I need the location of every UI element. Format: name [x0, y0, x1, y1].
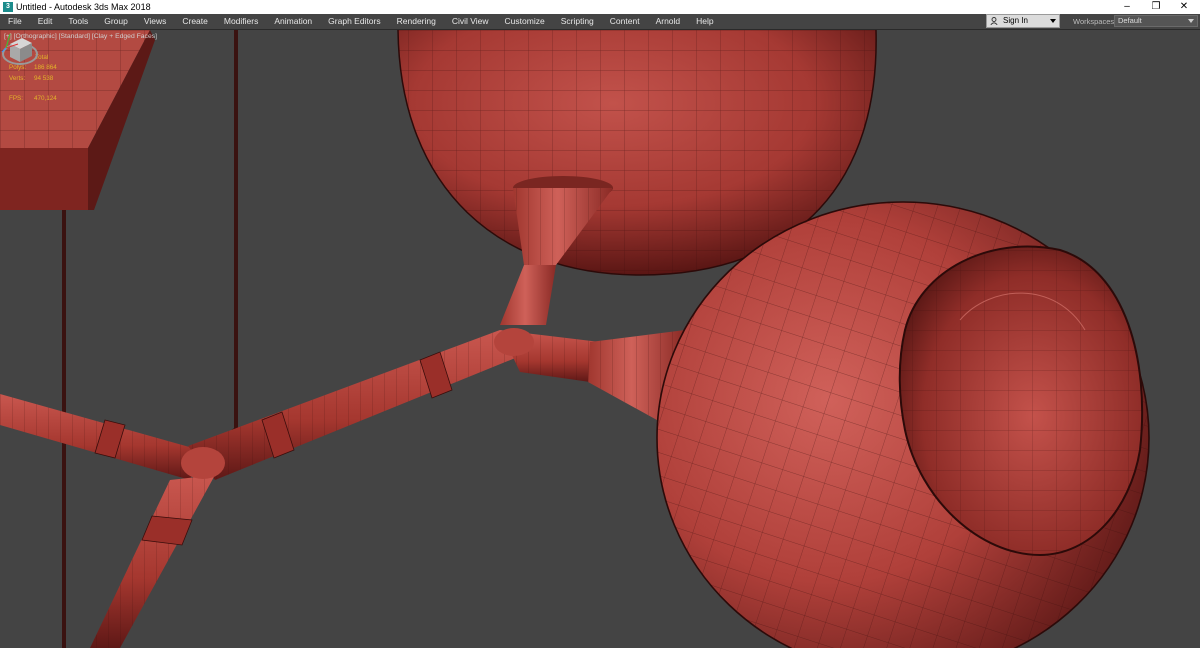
stats-verts-value: 94 538 [34, 74, 54, 82]
hanging-rod-center [234, 30, 238, 434]
menu-item-scripting[interactable]: Scripting [561, 14, 599, 29]
user-icon [990, 17, 998, 25]
stats-verts-label: Verts: [9, 74, 26, 82]
title-bar: 3 Untitled - Autodesk 3ds Max 2018 – ❐ ✕ [0, 0, 1200, 14]
menu-item-edit[interactable]: Edit [38, 14, 58, 29]
axis-tripod-icon [1, 33, 19, 53]
scene-render [0, 30, 1150, 648]
menu-item-help[interactable]: Help [696, 14, 718, 29]
workspaces-label: Workspaces: [1073, 17, 1117, 26]
close-button[interactable]: ✕ [1170, 0, 1198, 14]
chevron-down-icon [1050, 19, 1056, 23]
stats-fps-label: FPS: [9, 95, 23, 103]
menu-item-modifiers[interactable]: Modifiers [224, 14, 263, 29]
right-globe [656, 201, 1150, 648]
sign-in-dropdown[interactable]: Sign In [986, 14, 1060, 28]
workspace-select[interactable]: Default [1114, 15, 1198, 27]
minimize-button[interactable]: – [1113, 0, 1141, 14]
restore-button[interactable]: ❐ [1142, 0, 1170, 14]
perspective-viewport[interactable]: [+] [Orthographic] [Standard] [Clay + Ed… [0, 30, 1200, 648]
menu-item-views[interactable]: Views [144, 14, 172, 29]
chevron-down-icon [1188, 19, 1194, 23]
window-title: Untitled - Autodesk 3ds Max 2018 [16, 2, 151, 12]
menu-item-civil-view[interactable]: Civil View [452, 14, 494, 29]
menu-item-customize[interactable]: Customize [505, 14, 550, 29]
menu-item-tools[interactable]: Tools [68, 14, 93, 29]
tube-network [0, 328, 685, 648]
3ds-max-icon: 3 [3, 2, 13, 12]
menu-item-content[interactable]: Content [610, 14, 645, 29]
menu-item-create[interactable]: Create [182, 14, 213, 29]
menu-item-arnold[interactable]: Arnold [656, 14, 686, 29]
stats-fps-value: 470,124 [34, 95, 57, 103]
menu-item-graph-editors[interactable]: Graph Editors [328, 14, 385, 29]
menu-item-rendering[interactable]: Rendering [397, 14, 441, 29]
menu-item-animation[interactable]: Animation [274, 14, 317, 29]
workspace-value: Default [1118, 16, 1142, 25]
sign-in-label: Sign In [1003, 16, 1028, 25]
menu-item-group[interactable]: Group [104, 14, 133, 29]
menu-item-file[interactable]: File [8, 14, 27, 29]
